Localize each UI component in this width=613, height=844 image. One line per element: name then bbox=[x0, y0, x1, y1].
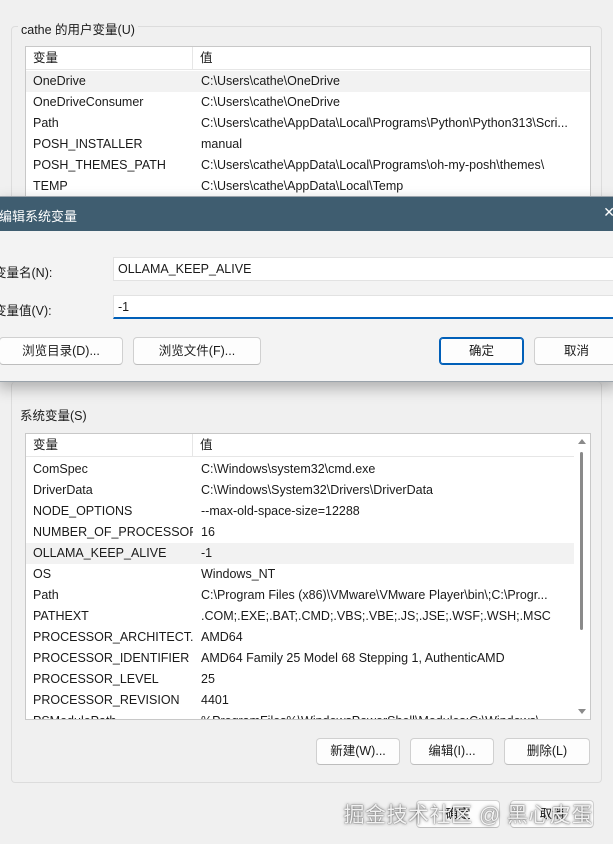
delete-button[interactable]: 删除(L) bbox=[504, 738, 590, 765]
user-vars-header: 变量 值 bbox=[26, 47, 590, 70]
col-header-value[interactable]: 值 bbox=[193, 47, 213, 69]
watermark: 掘金技术社区 @ 黑心皮蛋 bbox=[343, 804, 593, 827]
row-value: C:\Users\cathe\AppData\Local\Programs\Py… bbox=[201, 116, 568, 130]
system-vars-header: 变量 值 bbox=[26, 434, 590, 457]
row-value: 25 bbox=[201, 672, 215, 686]
row-value: AMD64 Family 25 Model 68 Stepping 1, Aut… bbox=[201, 651, 505, 665]
row-name: Path bbox=[33, 588, 59, 602]
col-header-variable[interactable]: 变量 bbox=[26, 47, 193, 69]
row-name: NUMBER_OF_PROCESSORS bbox=[33, 525, 193, 539]
table-row[interactable]: PROCESSOR_IDENTIFIER AMD64 Family 25 Mod… bbox=[26, 648, 590, 669]
row-value: C:\Users\cathe\AppData\Local\Temp bbox=[201, 179, 404, 193]
col-header-value[interactable]: 值 bbox=[193, 434, 213, 456]
table-row[interactable]: POSH_INSTALLER manual bbox=[26, 134, 590, 155]
browse-directory-button[interactable]: 浏览目录(D)... bbox=[0, 337, 123, 365]
row-name: PATHEXT bbox=[33, 609, 89, 623]
table-row[interactable]: PROCESSOR_LEVEL 25 bbox=[26, 669, 590, 690]
row-value: Windows_NT bbox=[201, 567, 276, 581]
table-row[interactable]: PROCESSOR_REVISION 4401 bbox=[26, 690, 590, 711]
row-name: POSH_INSTALLER bbox=[33, 137, 143, 151]
row-name: PROCESSOR_REVISION bbox=[33, 693, 180, 707]
row-name: NODE_OPTIONS bbox=[33, 504, 133, 518]
system-vars-list[interactable]: 变量 值 ComSpec C:\Windows\system32\cmd.exe… bbox=[25, 433, 591, 720]
table-row[interactable]: OS Windows_NT bbox=[26, 564, 590, 585]
table-row[interactable]: PROCESSOR_ARCHITECT... AMD64 bbox=[26, 627, 590, 648]
row-value: .COM;.EXE;.BAT;.CMD;.VBS;.VBE;.JS;.JSE;.… bbox=[201, 609, 551, 623]
col-header-variable[interactable]: 变量 bbox=[26, 434, 193, 456]
row-value: C:\Program Files (x86)\VMware\VMware Pla… bbox=[201, 588, 548, 602]
vertical-scrollbar[interactable] bbox=[574, 434, 590, 719]
row-name: DriverData bbox=[33, 483, 93, 497]
dialog-ok-button[interactable]: 确定 bbox=[439, 337, 524, 365]
dialog-cancel-button[interactable]: 取消 bbox=[534, 337, 613, 365]
row-value: C:\Users\cathe\OneDrive bbox=[201, 95, 340, 109]
row-value: %ProgramFiles%\WindowsPowerShell\Modules… bbox=[193, 711, 590, 719]
dialog-title: 编辑系统变量 bbox=[0, 209, 78, 224]
scroll-up-arrow-icon[interactable] bbox=[578, 439, 586, 444]
table-row[interactable]: Path C:\Users\cathe\AppData\Local\Progra… bbox=[26, 113, 590, 134]
row-name: ComSpec bbox=[33, 462, 88, 476]
row-value: C:\Windows\system32\cmd.exe bbox=[201, 462, 376, 476]
table-row[interactable]: TEMP C:\Users\cathe\AppData\Local\Temp bbox=[26, 176, 590, 197]
row-value: manual bbox=[201, 137, 242, 151]
row-name: OLLAMA_KEEP_ALIVE bbox=[33, 546, 167, 560]
row-value: C:\Windows\System32\Drivers\DriverData bbox=[201, 483, 433, 497]
table-row[interactable]: Path C:\Program Files (x86)\VMware\VMwar… bbox=[26, 585, 590, 606]
variable-name-label: 变量名(N): bbox=[0, 266, 53, 280]
new-button[interactable]: 新建(W)... bbox=[316, 738, 400, 765]
table-row[interactable]: PATHEXT .COM;.EXE;.BAT;.CMD;.VBS;.VBE;.J… bbox=[26, 606, 590, 627]
row-name: PSModulePath bbox=[26, 711, 193, 719]
table-row[interactable]: PSModulePath %ProgramFiles%\WindowsPower… bbox=[26, 711, 590, 719]
row-name: Path bbox=[33, 116, 59, 130]
system-vars-title: 系统变量(S) bbox=[17, 405, 90, 424]
dialog-titlebar[interactable]: 编辑系统变量 ✕ bbox=[0, 197, 613, 231]
table-row[interactable]: NODE_OPTIONS --max-old-space-size=12288 bbox=[26, 501, 590, 522]
row-value: 4401 bbox=[201, 693, 229, 707]
scroll-down-arrow-icon[interactable] bbox=[578, 709, 586, 714]
variable-value-label: 变量值(V): bbox=[0, 304, 52, 318]
row-name: PROCESSOR_IDENTIFIER bbox=[33, 651, 190, 665]
table-row-selected[interactable]: OLLAMA_KEEP_ALIVE -1 bbox=[26, 543, 590, 564]
user-vars-title: cathe 的用户变量(U) bbox=[18, 19, 138, 38]
table-row[interactable]: POSH_THEMES_PATH C:\Users\cathe\AppData\… bbox=[26, 155, 590, 176]
user-vars-list[interactable]: 变量 值 OneDrive C:\Users\cathe\OneDrive On… bbox=[25, 46, 591, 206]
row-name: POSH_THEMES_PATH bbox=[33, 158, 166, 172]
row-value: -1 bbox=[201, 546, 213, 560]
row-value: --max-old-space-size=12288 bbox=[201, 504, 360, 518]
edit-system-variable-dialog: 编辑系统变量 ✕ 变量名(N): OLLAMA_KEEP_ALIVE 变量值(V… bbox=[0, 196, 613, 382]
row-value: C:\Users\cathe\OneDrive bbox=[201, 74, 340, 88]
row-name: PROCESSOR_ARCHITECT... bbox=[33, 630, 193, 644]
scrollbar-thumb[interactable] bbox=[580, 452, 583, 630]
table-row[interactable]: OneDrive C:\Users\cathe\OneDrive bbox=[26, 71, 590, 92]
row-value: C:\Users\cathe\AppData\Local\Programs\oh… bbox=[201, 158, 545, 172]
table-row[interactable]: DriverData C:\Windows\System32\Drivers\D… bbox=[26, 480, 590, 501]
table-row[interactable]: ComSpec C:\Windows\system32\cmd.exe bbox=[26, 459, 590, 480]
row-name: OneDrive bbox=[33, 74, 86, 88]
row-value: AMD64 bbox=[201, 630, 243, 644]
row-name: OneDriveConsumer bbox=[33, 95, 144, 109]
row-value: 16 bbox=[201, 525, 215, 539]
edit-button[interactable]: 编辑(I)... bbox=[410, 738, 494, 765]
browse-file-button[interactable]: 浏览文件(F)... bbox=[133, 337, 261, 365]
variable-value-input[interactable]: -1 bbox=[113, 295, 613, 319]
table-row[interactable]: NUMBER_OF_PROCESSORS 16 bbox=[26, 522, 590, 543]
close-icon[interactable]: ✕ bbox=[603, 204, 613, 221]
row-name: PROCESSOR_LEVEL bbox=[33, 672, 159, 686]
table-row[interactable]: OneDriveConsumer C:\Users\cathe\OneDrive bbox=[26, 92, 590, 113]
row-name: TEMP bbox=[33, 179, 68, 193]
row-name: OS bbox=[33, 567, 52, 581]
variable-name-input[interactable]: OLLAMA_KEEP_ALIVE bbox=[113, 257, 613, 281]
